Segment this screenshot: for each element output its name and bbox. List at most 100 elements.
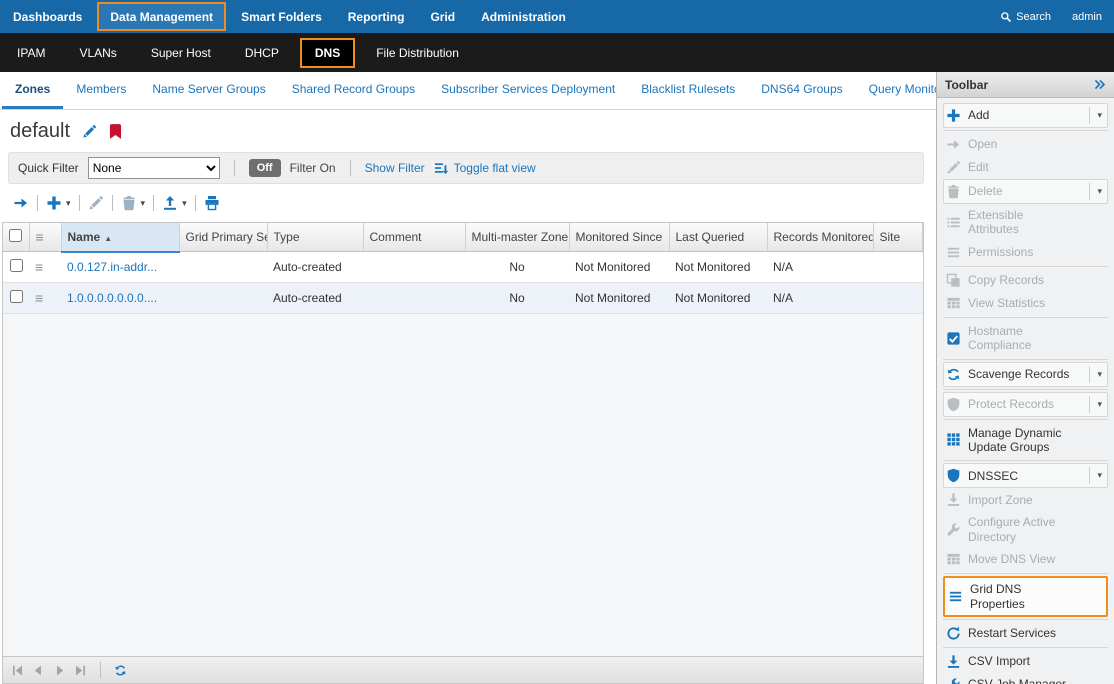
print-button[interactable] <box>201 193 223 213</box>
side-toolbar-item-grid-dns-properties[interactable]: Grid DNS Properties <box>943 576 1108 617</box>
refresh-button[interactable] <box>114 664 127 677</box>
table-row[interactable]: ≡0.0.127.in-addr...Auto-createdNoNot Mon… <box>3 252 923 283</box>
tab-dns64-groups[interactable]: DNS64 Groups <box>748 72 855 109</box>
dropdown-caret-icon[interactable]: ▾ <box>182 198 187 209</box>
tab-subscriber-services-deployment[interactable]: Subscriber Services Deployment <box>428 72 628 109</box>
side-toolbar-item-scavenge-records[interactable]: Scavenge Records ▾ <box>943 362 1108 387</box>
side-toolbar-item-open[interactable]: Open <box>943 133 1108 156</box>
zone-name-link[interactable]: 1.0.0.0.0.0.0.0.... <box>67 291 157 305</box>
side-toolbar-item-import-zone[interactable]: Import Zone <box>943 488 1108 511</box>
zone-name-cell[interactable]: 0.0.127.in-addr... <box>61 252 179 283</box>
side-toolbar-item-permissions[interactable]: Permissions <box>943 241 1108 264</box>
column-header-multi-master-zone[interactable]: Multi-master Zone <box>465 223 569 252</box>
cell: No <box>465 283 569 314</box>
edit-view-icon[interactable] <box>82 124 97 139</box>
row-menu-cell: ≡ <box>29 252 61 283</box>
zone-name-link[interactable]: 0.0.127.in-addr... <box>67 260 157 274</box>
tab-label: Members <box>76 82 126 96</box>
tab-blacklist-rulesets[interactable]: Blacklist Rulesets <box>628 72 748 109</box>
sub-nav-item-vlans[interactable]: VLANs <box>62 33 133 72</box>
side-toolbar-item-csv-job-manager[interactable]: CSV Job Manager <box>943 673 1108 684</box>
quick-filter-select[interactable]: None <box>88 157 220 179</box>
user-menu[interactable]: admin <box>1072 11 1102 23</box>
bookmark-icon[interactable] <box>109 124 122 139</box>
sub-nav-item-dns[interactable]: DNS <box>300 38 355 68</box>
pagination-bar <box>2 657 924 684</box>
top-nav-item-smart-folders[interactable]: Smart Folders <box>228 0 335 33</box>
dropdown-caret-icon[interactable]: ▾ <box>1089 467 1105 484</box>
delete-button[interactable]: ▾ <box>118 193 149 213</box>
toggle-flat-view-button[interactable]: Toggle flat view <box>434 161 536 176</box>
side-toolbar-item-label: Copy Records <box>968 273 1044 287</box>
column-header-monitored-since[interactable]: Monitored Since <box>569 223 669 252</box>
export-button[interactable]: ▾ <box>159 193 190 213</box>
side-toolbar-item-delete[interactable]: Delete ▾ <box>943 179 1108 204</box>
cell: Not Monitored <box>669 252 767 283</box>
dropdown-caret-icon[interactable]: ▾ <box>1089 396 1105 413</box>
tab-name-server-groups[interactable]: Name Server Groups <box>139 72 278 109</box>
row-menu-icon[interactable]: ≡ <box>35 290 43 306</box>
side-toolbar-item-move-dns-view[interactable]: Move DNS View <box>943 548 1108 571</box>
row-checkbox[interactable] <box>10 259 23 272</box>
side-toolbar-item-extensible-attributes[interactable]: Extensible Attributes <box>943 204 1108 241</box>
row-menu-icon[interactable]: ≡ <box>35 259 43 275</box>
top-nav-item-reporting[interactable]: Reporting <box>335 0 418 33</box>
dropdown-caret-icon[interactable]: ▾ <box>66 198 71 209</box>
dropdown-caret-icon[interactable]: ▾ <box>141 198 146 209</box>
add-button[interactable]: ▾ <box>43 193 74 213</box>
side-toolbar-item-edit[interactable]: Edit <box>943 156 1108 179</box>
open-button[interactable] <box>10 193 32 213</box>
sub-nav-item-super-host[interactable]: Super Host <box>134 33 228 72</box>
next-page-button[interactable] <box>53 664 66 677</box>
sub-nav-item-file-distribution[interactable]: File Distribution <box>359 33 476 72</box>
tab-shared-record-groups[interactable]: Shared Record Groups <box>279 72 428 109</box>
side-toolbar-item-copy-records[interactable]: Copy Records <box>943 269 1108 292</box>
side-toolbar-item-add[interactable]: Add ▾ <box>943 103 1108 128</box>
side-toolbar-item-hostname-compliance[interactable]: Hostname Compliance <box>943 320 1108 357</box>
column-header-type[interactable]: Type <box>267 223 363 252</box>
column-header-site[interactable]: Site <box>873 223 923 252</box>
select-all-header[interactable] <box>3 223 29 252</box>
top-nav-item-grid[interactable]: Grid <box>417 0 468 33</box>
zone-name-cell[interactable]: 1.0.0.0.0.0.0.0.... <box>61 283 179 314</box>
side-toolbar-item-dnssec[interactable]: DNSSEC ▾ <box>943 463 1108 488</box>
side-toolbar-item-configure-active-directory[interactable]: Configure Active Directory <box>943 511 1108 548</box>
dropdown-caret-icon[interactable]: ▾ <box>1089 366 1105 383</box>
column-header-name[interactable]: Name▲ <box>61 223 179 252</box>
sub-nav-item-dhcp[interactable]: DHCP <box>228 33 296 72</box>
first-page-button[interactable] <box>11 664 24 677</box>
content-area: Zones Members Name Server Groups Shared … <box>0 72 1114 684</box>
edit-button[interactable] <box>85 193 107 213</box>
side-toolbar-item-restart-services[interactable]: Restart Services <box>943 622 1108 645</box>
side-toolbar-item-manage-dynamic-update-groups[interactable]: Manage Dynamic Update Groups <box>943 422 1108 459</box>
top-nav-item-dashboards[interactable]: Dashboards <box>0 0 95 33</box>
side-toolbar-items: Add ▾ Open Edit Delete ▾ Extensible Attr… <box>937 98 1114 684</box>
dropdown-caret-icon[interactable]: ▾ <box>1089 183 1105 200</box>
column-header-grid-primary-se[interactable]: Grid Primary Se... <box>179 223 267 252</box>
sub-nav-item-ipam[interactable]: IPAM <box>0 33 62 72</box>
dropdown-caret-icon[interactable]: ▾ <box>1089 107 1105 124</box>
side-toolbar-item-view-statistics[interactable]: View Statistics <box>943 292 1108 315</box>
top-nav-item-data-management[interactable]: Data Management <box>97 2 226 31</box>
previous-page-button[interactable] <box>32 664 45 677</box>
side-toolbar-item-label: Hostname Compliance <box>968 324 1076 353</box>
select-all-checkbox[interactable] <box>9 229 22 242</box>
search-button[interactable]: Search <box>1000 11 1051 23</box>
divider <box>943 389 1108 390</box>
last-page-button[interactable] <box>74 664 87 677</box>
tab-zones[interactable]: Zones <box>2 72 63 109</box>
column-header-records-monitored[interactable]: Records Monitored <box>767 223 873 252</box>
collapse-toolbar-icon[interactable] <box>1093 78 1106 91</box>
side-toolbar-item-protect-records[interactable]: Protect Records ▾ <box>943 392 1108 417</box>
tab-members[interactable]: Members <box>63 72 139 109</box>
separator <box>153 195 154 211</box>
top-nav-item-administration[interactable]: Administration <box>468 0 579 33</box>
show-filter-link[interactable]: Show Filter <box>365 161 425 175</box>
column-header-comment[interactable]: Comment <box>363 223 465 252</box>
wrench-icon <box>946 522 961 537</box>
filter-toggle-button[interactable]: Off <box>249 159 281 177</box>
row-checkbox[interactable] <box>10 290 23 303</box>
table-row[interactable]: ≡1.0.0.0.0.0.0.0....Auto-createdNoNot Mo… <box>3 283 923 314</box>
column-header-last-queried[interactable]: Last Queried <box>669 223 767 252</box>
side-toolbar-item-csv-import[interactable]: CSV Import <box>943 650 1108 673</box>
